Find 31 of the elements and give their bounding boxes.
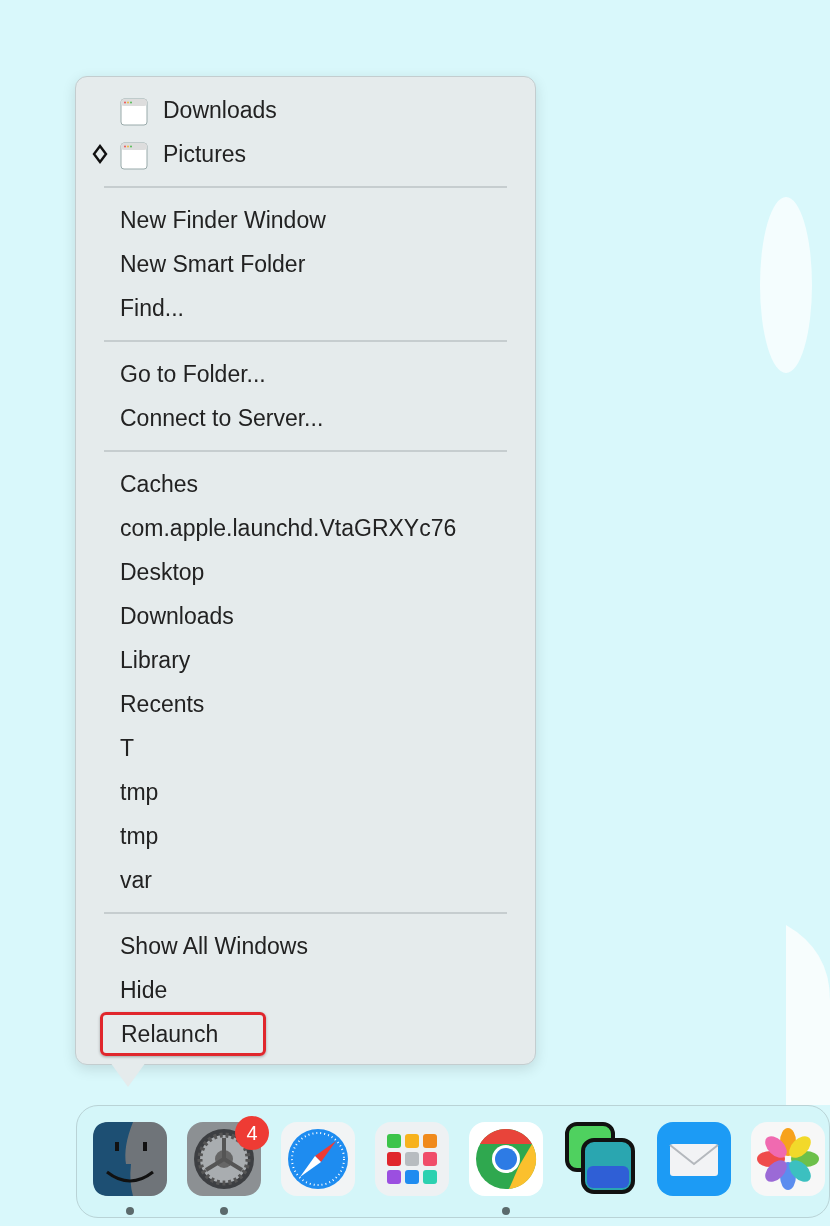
menu-item[interactable]: com.apple.launchd.VtaGRXYc76 bbox=[76, 506, 535, 550]
menu-item[interactable]: Pictures bbox=[76, 132, 535, 176]
window-icon bbox=[120, 97, 148, 126]
smiling-face-icon[interactable] bbox=[93, 1122, 167, 1196]
menu-item[interactable]: Connect to Server... bbox=[76, 396, 535, 440]
menu-item[interactable]: Go to Folder... bbox=[76, 352, 535, 396]
menu-item[interactable]: tmp bbox=[76, 814, 535, 858]
browser-icon[interactable] bbox=[469, 1122, 543, 1196]
menu-item[interactable]: Recents bbox=[76, 682, 535, 726]
menu-item[interactable]: Hide bbox=[76, 968, 535, 1012]
menu-item[interactable]: Show All Windows bbox=[76, 924, 535, 968]
menu-item[interactable]: Find... bbox=[76, 286, 535, 330]
envelope-icon[interactable] bbox=[657, 1122, 731, 1196]
flower-icon[interactable] bbox=[751, 1122, 825, 1196]
menu-item[interactable]: Library bbox=[76, 638, 535, 682]
menu-item[interactable]: T bbox=[76, 726, 535, 770]
menu-item[interactable]: Desktop bbox=[76, 550, 535, 594]
window-icon bbox=[120, 141, 148, 170]
menu-item[interactable]: Downloads bbox=[76, 88, 535, 132]
menu-item[interactable]: New Smart Folder bbox=[76, 242, 535, 286]
menu-item[interactable]: var bbox=[76, 858, 535, 902]
stacked-windows-icon[interactable] bbox=[563, 1122, 637, 1196]
menu-item[interactable]: tmp bbox=[76, 770, 535, 814]
app-grid-icon[interactable] bbox=[375, 1122, 449, 1196]
notification-badge: 4 bbox=[235, 1116, 269, 1150]
menu-item[interactable]: New Finder Window bbox=[76, 198, 535, 242]
menu-item[interactable]: Caches bbox=[76, 462, 535, 506]
compass-icon[interactable] bbox=[281, 1122, 355, 1196]
menu-item[interactable]: Relaunch bbox=[100, 1012, 266, 1056]
gear-icon[interactable] bbox=[187, 1122, 261, 1196]
menu-item[interactable]: Downloads bbox=[76, 594, 535, 638]
